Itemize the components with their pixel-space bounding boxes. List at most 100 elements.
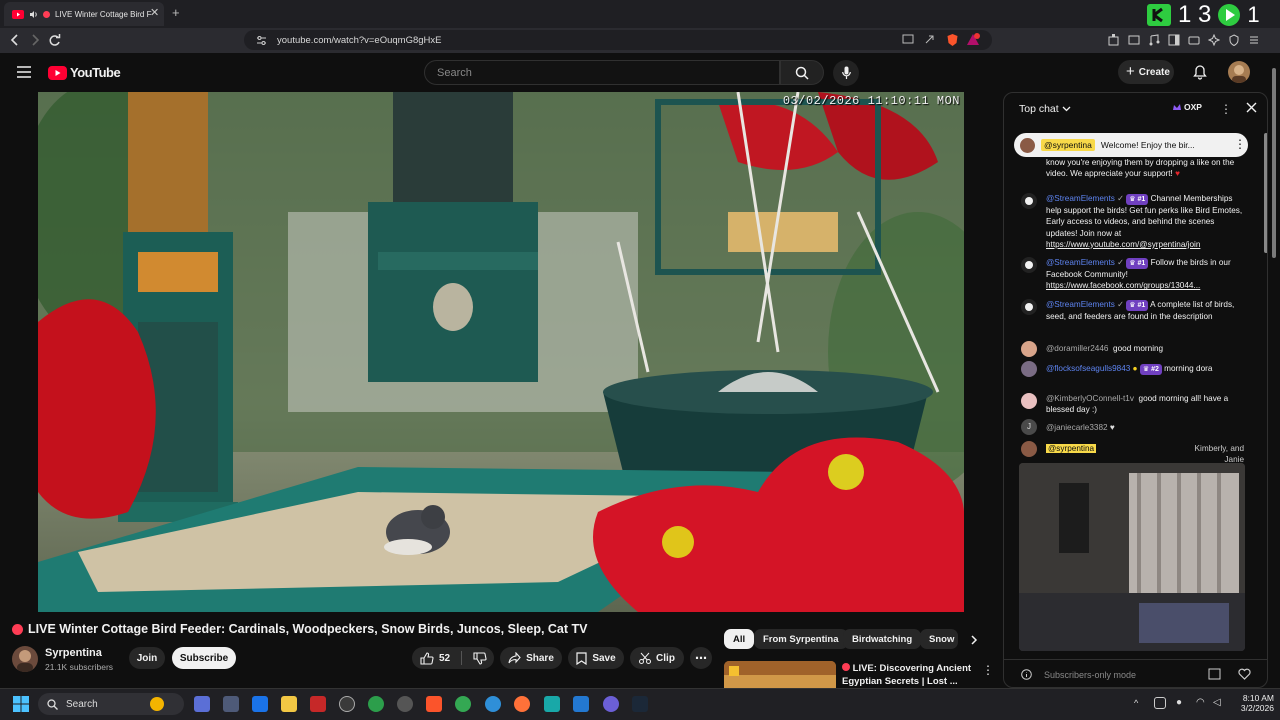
chat-author[interactable]: @StreamElements <box>1046 194 1115 203</box>
pip-icon[interactable] <box>902 34 914 45</box>
like-button[interactable]: 52 <box>420 651 450 665</box>
video-player[interactable]: 03/02/2026 11:10:11 MON <box>38 92 964 612</box>
chat-close-icon[interactable] <box>1246 102 1257 113</box>
search-input[interactable]: Search <box>424 60 780 85</box>
reload-icon[interactable] <box>48 33 61 47</box>
netflix-icon[interactable] <box>310 696 326 712</box>
chat-author[interactable]: @janiecarle3382 <box>1046 423 1108 432</box>
copilot-icon[interactable] <box>194 696 210 712</box>
chat-author[interactable]: @flocksofseagulls9843 <box>1046 364 1130 373</box>
sidebar-icon[interactable] <box>1168 34 1180 46</box>
chat-message[interactable]: @StreamElements ✓ ♛ #1 A complete list o… <box>1046 299 1244 322</box>
more-actions-icon[interactable]: ⋯ <box>690 647 712 669</box>
tray-chevron-icon[interactable]: ^ <box>1134 698 1138 708</box>
app-teal-icon[interactable] <box>544 696 560 712</box>
chat-message[interactable]: @flocksofseagulls9843 ● ♛ #2 morning dor… <box>1046 363 1244 376</box>
chat-author[interactable]: @StreamElements <box>1046 258 1115 267</box>
screenshot-icon[interactable] <box>1128 34 1140 46</box>
chat-author[interactable]: @StreamElements <box>1046 300 1115 309</box>
new-tab-icon[interactable]: + <box>172 5 180 20</box>
back-icon[interactable] <box>9 33 21 47</box>
forward-icon[interactable] <box>29 33 41 47</box>
rec-more-icon[interactable]: ⋮ <box>982 663 994 677</box>
shield-icon[interactable] <box>1228 34 1240 46</box>
guide-menu-icon[interactable] <box>17 66 31 78</box>
chat-author[interactable]: @KimberlyOConnell-t1v <box>1046 394 1134 403</box>
pinned-message[interactable]: @syrpentina Welcome! Enjoy the bir... ⋮ <box>1014 133 1248 157</box>
steam-icon[interactable] <box>632 696 648 712</box>
voice-search-icon[interactable] <box>833 60 859 86</box>
page-scrollbar[interactable] <box>1272 60 1277 660</box>
channel-avatar[interactable] <box>12 646 38 672</box>
site-settings-icon[interactable] <box>256 35 267 46</box>
browser-tab[interactable]: LIVE Winter Cottage Bird F ✕ <box>4 2 164 26</box>
chat-message[interactable]: @janiecarle3382 ♥ <box>1046 422 1244 433</box>
taskbar-search[interactable]: Search <box>38 693 184 715</box>
create-button[interactable]: + Create <box>1118 60 1174 84</box>
clip-button[interactable]: Clip <box>630 647 684 669</box>
file-explorer-icon[interactable] <box>281 696 297 712</box>
extensions-puzzle-icon[interactable] <box>1108 34 1120 46</box>
chips-next-icon[interactable] <box>970 635 978 645</box>
recommended-video-thumbnail[interactable] <box>724 661 836 688</box>
chip-all[interactable]: All <box>724 629 755 649</box>
youtube-logo[interactable]: YouTube <box>48 65 121 80</box>
browser-menu-icon[interactable] <box>1248 34 1260 46</box>
firefox-icon[interactable] <box>514 696 530 712</box>
search-button[interactable] <box>780 60 824 85</box>
tray-app-icon[interactable] <box>1154 697 1166 709</box>
pinned-more-icon[interactable]: ⋮ <box>1234 137 1246 151</box>
chat-message[interactable]: @doramiller2446 good morning <box>1046 343 1244 354</box>
task-view-icon[interactable] <box>223 696 239 712</box>
wifi-icon[interactable]: ◠ <box>1196 697 1205 708</box>
microphone-tray-icon[interactable]: ● <box>1176 697 1182 708</box>
brave-icon[interactable] <box>426 696 442 712</box>
chat-message[interactable]: @StreamElements ✓ ♛ #1 Follow the birds … <box>1046 257 1244 292</box>
oxp-badge[interactable]: OXP <box>1172 102 1202 112</box>
share-page-icon[interactable] <box>924 34 936 45</box>
share-button[interactable]: Share <box>500 647 562 669</box>
extension-widget[interactable]: 1 3 1 <box>1146 1 1280 28</box>
chat-link[interactable]: https://www.facebook.com/groups/13044... <box>1046 281 1200 290</box>
chat-author[interactable]: @doramiller2446 <box>1046 344 1108 353</box>
app-circle-icon[interactable] <box>339 696 355 712</box>
chat-toggle-icon[interactable] <box>1208 668 1221 680</box>
taskbar-clock[interactable]: 8:10 AM 3/2/2026 <box>1228 693 1278 713</box>
chat-message[interactable]: @StreamElements ✓ ♛ #1 Channel Membershi… <box>1046 193 1244 250</box>
chip-snow[interactable]: Snow <box>920 629 958 649</box>
chip-birdwatching[interactable]: Birdwatching <box>843 629 922 649</box>
chat-more-icon[interactable]: ⋮ <box>1220 102 1232 116</box>
discord-icon[interactable] <box>603 696 619 712</box>
dislike-button[interactable] <box>473 651 487 665</box>
recommended-video-title[interactable]: LIVE: Discovering Ancient Egyptian Secre… <box>842 662 971 688</box>
brave-rewards-icon[interactable] <box>966 33 980 47</box>
brave-shields-icon[interactable] <box>946 33 959 47</box>
save-button[interactable]: Save <box>568 647 624 669</box>
chrome-icon[interactable] <box>368 696 384 712</box>
windows-start-icon[interactable] <box>13 696 29 712</box>
app-gear-icon[interactable] <box>397 696 413 712</box>
tab-close-icon[interactable]: ✕ <box>150 6 159 19</box>
heart-react-icon[interactable] <box>1238 668 1251 680</box>
edge-icon[interactable] <box>485 696 501 712</box>
subscribe-button[interactable]: Subscribe <box>172 647 236 669</box>
account-avatar[interactable] <box>1228 61 1250 83</box>
channel-name[interactable]: Syrpentina <box>45 647 102 659</box>
audio-playing-icon[interactable] <box>29 10 38 19</box>
chrome-2-icon[interactable] <box>455 696 471 712</box>
chat-scrollbar[interactable] <box>1264 133 1267 253</box>
top-chat-dropdown[interactable]: Top chat <box>1019 103 1071 115</box>
chat-author[interactable]: @syrpentina <box>1046 444 1097 453</box>
chip-from-channel[interactable]: From Syrpentina <box>754 629 848 649</box>
info-icon[interactable] <box>1021 669 1032 680</box>
address-bar[interactable]: youtube.com/watch?v=eOuqmG8gHxE <box>244 30 992 50</box>
app-r-icon[interactable] <box>252 696 268 712</box>
leo-ai-icon[interactable] <box>1208 34 1220 46</box>
volume-icon[interactable]: ◁ <box>1213 697 1221 708</box>
chat-link[interactable]: https://www.youtube.com/@syrpentina/join <box>1046 240 1200 249</box>
wallet-icon[interactable] <box>1188 34 1200 46</box>
vscode-icon[interactable] <box>573 696 589 712</box>
join-button[interactable]: Join <box>129 647 165 669</box>
notifications-bell-icon[interactable] <box>1192 64 1208 80</box>
chat-message[interactable]: @KimberlyOConnell-t1v good morning all! … <box>1046 393 1244 415</box>
